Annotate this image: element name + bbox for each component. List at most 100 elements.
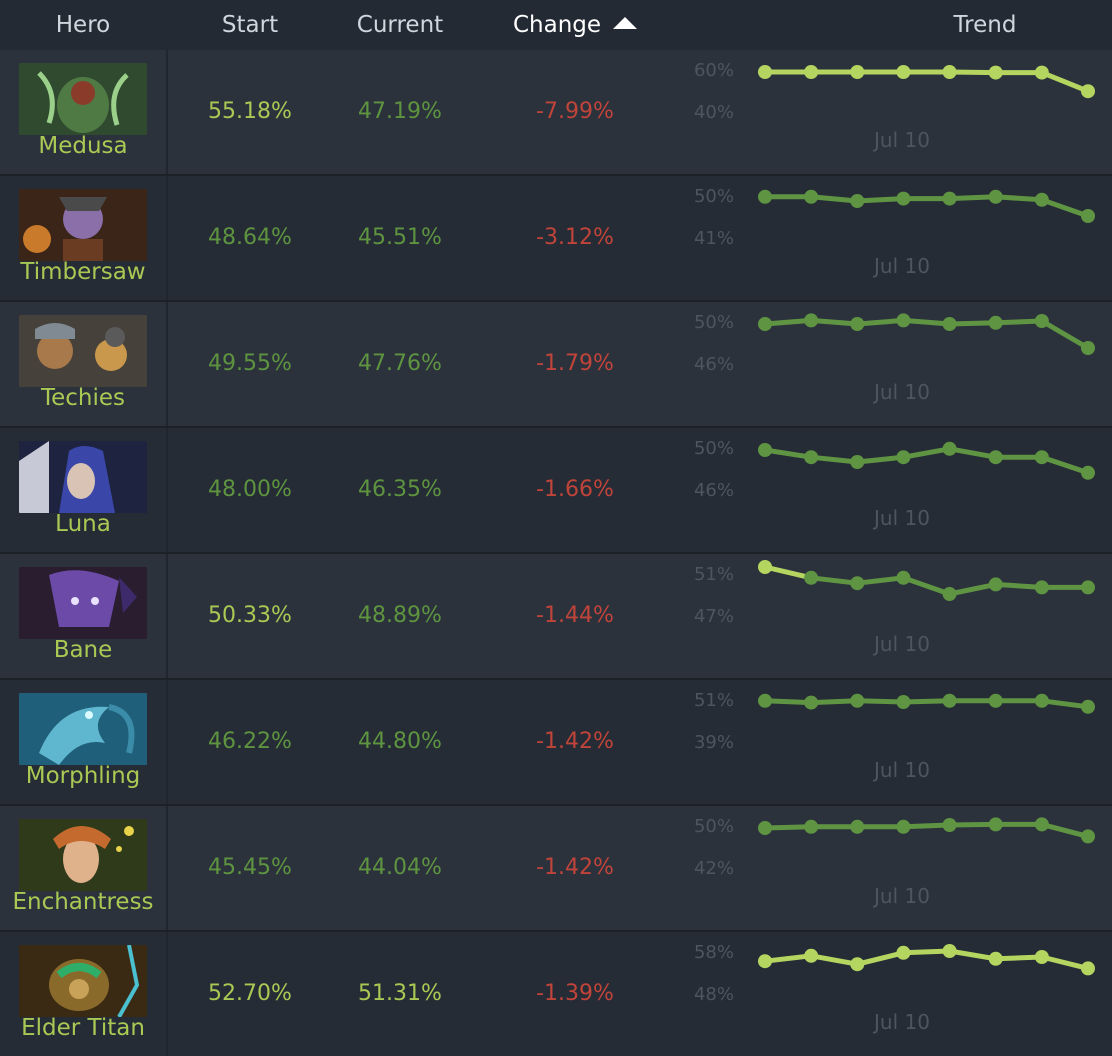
- hero-cell[interactable]: Elder Titan: [0, 932, 168, 1056]
- sparkline-point[interactable]: [1081, 209, 1095, 223]
- sparkline-point[interactable]: [942, 65, 957, 79]
- sparkline-point[interactable]: [804, 948, 819, 963]
- sparkline-point[interactable]: [804, 450, 819, 465]
- sparkline-point[interactable]: [804, 189, 819, 204]
- winrate-change: -1.39%: [536, 981, 614, 1006]
- sparkline-point[interactable]: [1034, 580, 1049, 595]
- sparkline-segment: [1039, 954, 1091, 971]
- sparkline-point[interactable]: [850, 576, 865, 591]
- hero-cell[interactable]: Enchantress: [0, 806, 168, 930]
- sparkline-point[interactable]: [896, 191, 911, 206]
- sparkline-point[interactable]: [850, 317, 865, 331]
- table-row[interactable]: Techies 49.55% 47.76% -1.79% 50% 46% Jul…: [0, 302, 1112, 426]
- sparkline-segment: [1039, 821, 1091, 839]
- table-row[interactable]: Morphling 46.22% 44.80% -1.42% 51% 39% J…: [0, 680, 1112, 804]
- sparkline-point[interactable]: [988, 315, 1003, 330]
- hero-name: Medusa: [38, 133, 128, 159]
- sparkline-point[interactable]: [1034, 65, 1049, 80]
- sparkline-point[interactable]: [1034, 314, 1049, 328]
- hero-cell[interactable]: Luna: [0, 428, 168, 552]
- sparkline-point[interactable]: [896, 945, 911, 960]
- start-winrate: 46.22%: [208, 729, 292, 754]
- sparkline-point[interactable]: [1034, 192, 1049, 207]
- sparkline-point[interactable]: [850, 957, 865, 972]
- sparkline-point[interactable]: [1034, 693, 1049, 708]
- hero-cell[interactable]: Techies: [0, 302, 168, 426]
- hero-portrait: [19, 945, 147, 1017]
- hero-portrait: [19, 567, 147, 639]
- sparkline-point[interactable]: [758, 317, 772, 331]
- sparkline-point[interactable]: [896, 695, 911, 709]
- sparkline-point[interactable]: [758, 560, 772, 574]
- sparkline-point[interactable]: [804, 570, 819, 585]
- sparkline-point[interactable]: [1034, 950, 1049, 964]
- sparkline-point[interactable]: [1081, 465, 1095, 480]
- sparkline-point[interactable]: [942, 441, 957, 456]
- sparkline-segment: [900, 575, 953, 597]
- sparkline-point[interactable]: [850, 455, 865, 469]
- sparkline-point[interactable]: [804, 695, 819, 710]
- hero-cell[interactable]: Timbersaw: [0, 176, 168, 300]
- column-header-start[interactable]: Start: [170, 0, 330, 50]
- trend-y-max-label: 51%: [693, 690, 734, 711]
- sparkline-point[interactable]: [758, 443, 772, 457]
- sparkline-point[interactable]: [896, 819, 911, 834]
- sparkline-point[interactable]: [942, 317, 957, 331]
- sparkline-point[interactable]: [758, 693, 772, 708]
- sparkline-point[interactable]: [1081, 699, 1095, 714]
- sparkline-point[interactable]: [804, 313, 819, 328]
- sparkline-point[interactable]: [988, 577, 1003, 592]
- sparkline-point[interactable]: [758, 189, 772, 204]
- sparkline-point[interactable]: [896, 313, 911, 328]
- table-row[interactable]: Enchantress 45.45% 44.04% -1.42% 50% 42%…: [0, 806, 1112, 930]
- hero-cell[interactable]: Bane: [0, 554, 168, 678]
- sparkline-point[interactable]: [942, 693, 957, 708]
- hero-cell[interactable]: Morphling: [0, 680, 168, 804]
- sparkline-point[interactable]: [988, 450, 1003, 465]
- sparkline-point[interactable]: [758, 65, 772, 79]
- sparkline-point[interactable]: [988, 951, 1003, 966]
- sparkline-point[interactable]: [758, 821, 772, 835]
- sparkline-point[interactable]: [942, 587, 957, 601]
- sparkline-point[interactable]: [896, 450, 911, 465]
- sparkline-point[interactable]: [804, 819, 819, 834]
- sparkline-point[interactable]: [850, 65, 865, 79]
- hero-portrait: [19, 63, 147, 135]
- table-row[interactable]: Bane 50.33% 48.89% -1.44% 51% 47% Jul 10: [0, 554, 1112, 678]
- sparkline-point[interactable]: [988, 817, 1003, 832]
- sparkline-point[interactable]: [988, 189, 1003, 204]
- sparkline-point[interactable]: [1081, 829, 1095, 844]
- sparkline-point[interactable]: [896, 570, 911, 585]
- hero-name: Morphling: [25, 763, 141, 789]
- sparkline-point[interactable]: [942, 944, 957, 958]
- sparkline-point[interactable]: [804, 65, 819, 79]
- column-header-trend[interactable]: Trend: [920, 0, 1050, 50]
- sparkline-point[interactable]: [1081, 580, 1095, 595]
- sparkline-point[interactable]: [1081, 341, 1095, 355]
- table-row[interactable]: Elder Titan 52.70% 51.31% -1.39% 58% 48%…: [0, 932, 1112, 1056]
- sparkline-point[interactable]: [1034, 817, 1049, 832]
- sparkline-point[interactable]: [1081, 961, 1095, 976]
- sparkline-point[interactable]: [896, 65, 911, 79]
- sparkline-point[interactable]: [942, 191, 957, 206]
- table-row[interactable]: Luna 48.00% 46.35% -1.66% 50% 46% Jul 10: [0, 428, 1112, 552]
- hero-portrait: [19, 441, 147, 513]
- sparkline-point[interactable]: [850, 819, 865, 834]
- sparkline-point[interactable]: [988, 65, 1003, 80]
- column-header-current[interactable]: Current: [320, 0, 480, 50]
- current-winrate: 47.19%: [358, 99, 442, 124]
- sparkline-point[interactable]: [850, 693, 865, 708]
- sparkline-segment: [762, 564, 814, 581]
- table-row[interactable]: Timbersaw 48.64% 45.51% -3.12% 50% 41% J…: [0, 176, 1112, 300]
- hero-cell[interactable]: Medusa: [0, 50, 168, 174]
- trend-y-max-label: 58%: [693, 942, 734, 963]
- sparkline-point[interactable]: [988, 693, 1003, 708]
- sparkline-point[interactable]: [942, 818, 957, 832]
- sparkline-point[interactable]: [1034, 450, 1049, 465]
- column-header-change[interactable]: Change: [490, 0, 660, 50]
- sparkline-point[interactable]: [850, 194, 865, 208]
- sparkline-point[interactable]: [1081, 84, 1095, 99]
- sparkline-point[interactable]: [758, 954, 772, 969]
- table-row[interactable]: Medusa 55.18% 47.19% -7.99% 60% 40% Jul …: [0, 50, 1112, 174]
- column-header-hero[interactable]: Hero: [0, 0, 166, 50]
